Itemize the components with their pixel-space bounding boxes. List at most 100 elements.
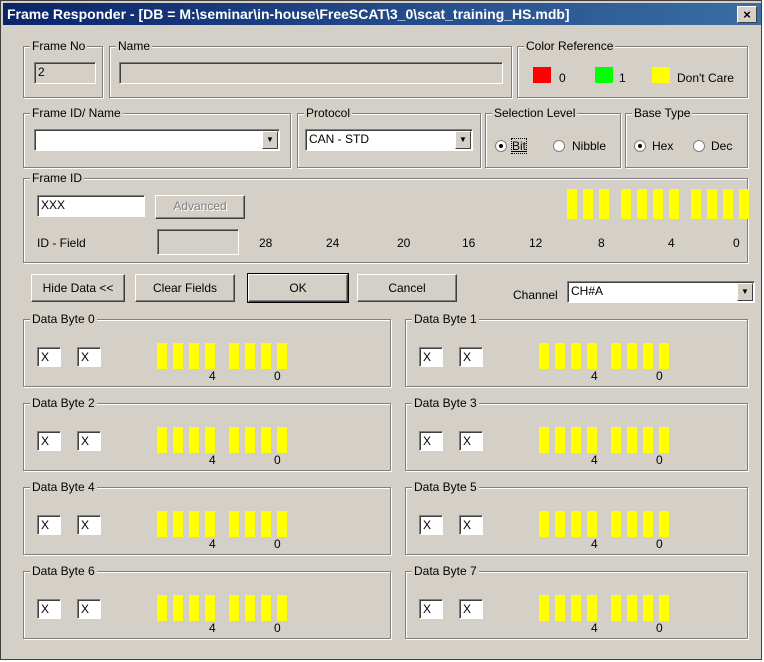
- data-byte-high-nibble-input[interactable]: X: [419, 599, 443, 619]
- data-bit[interactable]: [555, 595, 565, 621]
- clear-fields-button[interactable]: Clear Fields: [135, 274, 235, 302]
- advanced-button[interactable]: Advanced: [155, 195, 245, 219]
- hide-data-button[interactable]: Hide Data <<: [31, 274, 125, 302]
- data-bit[interactable]: [157, 511, 167, 537]
- data-byte-low-nibble-input[interactable]: X: [459, 599, 483, 619]
- data-byte-low-nibble-input[interactable]: X: [459, 347, 483, 367]
- selection-bit-radio[interactable]: [495, 140, 507, 152]
- selection-nibble-radio[interactable]: [553, 140, 565, 152]
- base-dec-label[interactable]: Dec: [711, 139, 732, 153]
- data-bit[interactable]: [245, 427, 255, 453]
- base-hex-label[interactable]: Hex: [652, 139, 673, 153]
- data-bit[interactable]: [229, 511, 239, 537]
- data-bit[interactable]: [587, 595, 597, 621]
- channel-select[interactable]: CH#A ▼: [567, 281, 755, 303]
- data-bit[interactable]: [189, 343, 199, 369]
- data-bit[interactable]: [571, 427, 581, 453]
- data-bit[interactable]: [643, 427, 653, 453]
- data-bit[interactable]: [627, 427, 637, 453]
- data-bit[interactable]: [229, 595, 239, 621]
- data-bit[interactable]: [173, 511, 183, 537]
- data-bit[interactable]: [555, 427, 565, 453]
- frame-id-input[interactable]: XXX: [37, 195, 145, 217]
- data-byte-high-nibble-input[interactable]: X: [37, 515, 61, 535]
- data-bit[interactable]: [229, 343, 239, 369]
- frame-id-bit[interactable]: [723, 189, 733, 219]
- chevron-down-icon[interactable]: ▼: [455, 131, 471, 149]
- data-bit[interactable]: [157, 427, 167, 453]
- data-bit[interactable]: [277, 511, 287, 537]
- data-bit[interactable]: [189, 511, 199, 537]
- data-bit[interactable]: [611, 427, 621, 453]
- data-bit[interactable]: [627, 595, 637, 621]
- ok-button[interactable]: OK: [247, 273, 349, 303]
- data-bit[interactable]: [611, 595, 621, 621]
- data-bit[interactable]: [205, 343, 215, 369]
- data-bit[interactable]: [643, 511, 653, 537]
- data-byte-low-nibble-input[interactable]: X: [77, 347, 101, 367]
- data-byte-high-nibble-input[interactable]: X: [419, 431, 443, 451]
- data-bit[interactable]: [587, 427, 597, 453]
- data-bit[interactable]: [157, 343, 167, 369]
- data-bit[interactable]: [587, 343, 597, 369]
- chevron-down-icon[interactable]: ▼: [737, 283, 753, 301]
- title-bar[interactable]: Frame Responder - [DB = M:\seminar\in-ho…: [3, 3, 761, 25]
- data-bit[interactable]: [627, 343, 637, 369]
- data-bit[interactable]: [157, 595, 167, 621]
- data-byte-low-nibble-input[interactable]: X: [77, 431, 101, 451]
- frame-id-bit[interactable]: [707, 189, 717, 219]
- selection-nibble-label[interactable]: Nibble: [572, 139, 606, 153]
- chevron-down-icon[interactable]: ▼: [262, 131, 278, 149]
- data-bit[interactable]: [555, 343, 565, 369]
- data-bit[interactable]: [189, 595, 199, 621]
- data-bit[interactable]: [627, 511, 637, 537]
- data-bit[interactable]: [643, 343, 653, 369]
- frame-id-bit[interactable]: [669, 189, 679, 219]
- data-bit[interactable]: [571, 595, 581, 621]
- data-bit[interactable]: [261, 343, 271, 369]
- data-bit[interactable]: [539, 343, 549, 369]
- data-bit[interactable]: [571, 343, 581, 369]
- data-bit[interactable]: [229, 427, 239, 453]
- data-bit[interactable]: [611, 343, 621, 369]
- data-bit[interactable]: [277, 427, 287, 453]
- data-bit[interactable]: [587, 511, 597, 537]
- data-bit[interactable]: [555, 511, 565, 537]
- data-byte-low-nibble-input[interactable]: X: [459, 515, 483, 535]
- data-bit[interactable]: [205, 427, 215, 453]
- data-bit[interactable]: [277, 343, 287, 369]
- frame-id-bit[interactable]: [567, 189, 577, 219]
- close-button[interactable]: ×: [737, 6, 757, 23]
- data-bit[interactable]: [643, 595, 653, 621]
- frame-id-name-select[interactable]: ▼: [34, 129, 280, 151]
- frame-id-bit[interactable]: [691, 189, 701, 219]
- frame-id-bit[interactable]: [621, 189, 631, 219]
- data-byte-low-nibble-input[interactable]: X: [77, 515, 101, 535]
- data-bit[interactable]: [611, 511, 621, 537]
- data-bit[interactable]: [539, 427, 549, 453]
- data-bit[interactable]: [173, 343, 183, 369]
- data-bit[interactable]: [205, 595, 215, 621]
- data-bit[interactable]: [539, 595, 549, 621]
- data-byte-low-nibble-input[interactable]: X: [77, 599, 101, 619]
- data-bit[interactable]: [659, 511, 669, 537]
- data-byte-high-nibble-input[interactable]: X: [419, 347, 443, 367]
- data-bit[interactable]: [245, 343, 255, 369]
- frame-id-bit[interactable]: [653, 189, 663, 219]
- base-hex-radio[interactable]: [634, 140, 646, 152]
- data-byte-high-nibble-input[interactable]: X: [419, 515, 443, 535]
- data-bit[interactable]: [539, 511, 549, 537]
- frame-id-bit[interactable]: [739, 189, 749, 219]
- data-byte-high-nibble-input[interactable]: X: [37, 599, 61, 619]
- data-byte-high-nibble-input[interactable]: X: [37, 347, 61, 367]
- frame-id-bit[interactable]: [583, 189, 593, 219]
- data-bit[interactable]: [659, 343, 669, 369]
- data-byte-high-nibble-input[interactable]: X: [37, 431, 61, 451]
- base-dec-radio[interactable]: [693, 140, 705, 152]
- frame-id-bit[interactable]: [599, 189, 609, 219]
- selection-bit-label[interactable]: Bit: [510, 138, 528, 154]
- data-byte-low-nibble-input[interactable]: X: [459, 431, 483, 451]
- data-bit[interactable]: [205, 511, 215, 537]
- protocol-select[interactable]: CAN - STD ▼: [305, 129, 473, 151]
- data-bit[interactable]: [261, 511, 271, 537]
